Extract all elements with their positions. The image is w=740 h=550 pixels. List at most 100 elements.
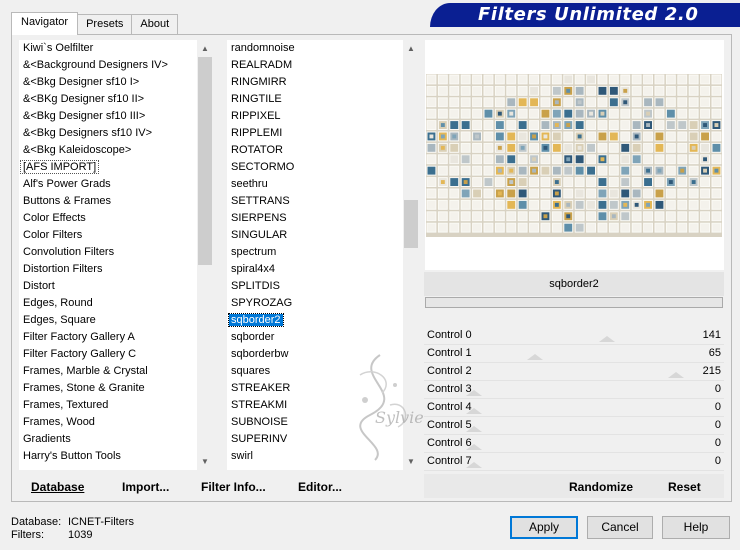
category-list-item[interactable]: Distortion Filters — [19, 261, 197, 278]
category-list-item[interactable]: Convolution Filters — [19, 244, 197, 261]
preview-image — [426, 74, 722, 237]
randomize-button[interactable]: Randomize — [569, 480, 633, 494]
filter-item-label: SINGULAR — [231, 229, 288, 241]
filter-list-item[interactable]: SINGULAR — [227, 227, 403, 244]
filter-list-item[interactable]: sqborder — [227, 329, 403, 346]
category-scrollbar[interactable]: ▲ ▼ — [197, 40, 213, 470]
filter-item-label: seethru — [231, 178, 268, 190]
slider-marker-icon[interactable] — [598, 336, 615, 342]
tab-about[interactable]: About — [131, 14, 179, 35]
category-list-item[interactable]: Alf's Power Grads — [19, 176, 197, 193]
scroll-thumb[interactable] — [404, 200, 418, 248]
filter-list-item[interactable]: spectrum — [227, 244, 403, 261]
filter-list-item[interactable]: randomnoise — [227, 40, 403, 57]
scroll-down-arrow-icon[interactable]: ▼ — [197, 453, 213, 470]
filter-item-label: STREAKMI — [231, 399, 288, 411]
category-list-item[interactable]: Distort — [19, 278, 197, 295]
category-item-label: Color Filters — [23, 229, 83, 241]
category-item-label: Distort — [23, 280, 55, 292]
control-row[interactable]: Control 1 65 — [424, 345, 724, 363]
control-label: Control 0 — [427, 329, 472, 341]
category-list-item[interactable]: &<Bkg Designer sf10 III> — [19, 108, 197, 125]
filter-list-item[interactable]: SIERPENS — [227, 210, 403, 227]
apply-button[interactable]: Apply — [510, 516, 578, 539]
filter-item-label: SUBNOISE — [231, 416, 288, 428]
help-button[interactable]: Help — [662, 516, 730, 539]
slider-marker-icon[interactable] — [466, 390, 482, 396]
slider-marker-icon[interactable] — [466, 462, 482, 468]
category-item-label: Frames, Stone & Granite — [23, 382, 145, 394]
control-value: 141 — [702, 329, 721, 341]
filter-list-item[interactable]: REALRADM — [227, 57, 403, 74]
database-button[interactable]: Database — [31, 480, 84, 494]
category-list-item[interactable]: Color Filters — [19, 227, 197, 244]
category-list-item[interactable]: Color Effects — [19, 210, 197, 227]
filter-item-label: swirl — [231, 450, 253, 462]
category-list-item[interactable]: &<Bkg Designer sf10 I> — [19, 74, 197, 91]
filter-item-label: RINGTILE — [231, 93, 282, 105]
category-list-item[interactable]: Filter Factory Gallery C — [19, 346, 197, 363]
category-list-item[interactable]: Edges, Round — [19, 295, 197, 312]
category-item-label: Gradients — [23, 433, 71, 445]
filter-list-item[interactable]: ROTATOR — [227, 142, 403, 159]
category-list-item[interactable]: &<BKg Designer sf10 II> — [19, 91, 197, 108]
import-button[interactable]: Import... — [122, 480, 169, 494]
filter-item-label: SPYROZAG — [231, 297, 293, 309]
control-row[interactable]: Control 0 141 — [424, 327, 724, 345]
category-list-item[interactable]: Edges, Square — [19, 312, 197, 329]
control-row[interactable]: Control 40 — [424, 399, 724, 417]
tab-navigator[interactable]: Navigator — [11, 12, 79, 35]
filter-list-item[interactable]: sqborder2 — [227, 312, 403, 329]
scroll-up-arrow-icon[interactable]: ▲ — [403, 40, 419, 57]
category-list-item[interactable]: &<Bkg Kaleidoscope> — [19, 142, 197, 159]
category-item-label: Distortion Filters — [23, 263, 103, 275]
filter-list-item[interactable]: RINGTILE — [227, 91, 403, 108]
slider-marker-icon[interactable] — [466, 408, 482, 414]
control-row[interactable]: Control 30 — [424, 381, 724, 399]
filter-item-label: SETTRANS — [231, 195, 290, 207]
slider-marker-icon[interactable] — [527, 354, 544, 360]
category-list-item[interactable]: Buttons & Frames — [19, 193, 197, 210]
category-list-item[interactable]: &<Bkg Designers sf10 IV> — [19, 125, 197, 142]
control-row[interactable]: Control 2 215 — [424, 363, 724, 381]
filter-list-item[interactable]: SECTORMO — [227, 159, 403, 176]
tab-presets[interactable]: Presets — [77, 14, 133, 35]
filter-list-item[interactable]: seethru — [227, 176, 403, 193]
category-list-item[interactable]: Filter Factory Gallery A — [19, 329, 197, 346]
slider-marker-icon[interactable] — [466, 426, 482, 432]
filter-list-item[interactable]: RINGMIRR — [227, 74, 403, 91]
filter-list-item[interactable]: RIPPIXEL — [227, 108, 403, 125]
slider-marker-icon[interactable] — [466, 444, 482, 450]
filter-item-label: REALRADM — [231, 59, 293, 71]
control-row[interactable]: Control 70 — [424, 453, 724, 471]
filter-list-item[interactable]: RIPPLEMI — [227, 125, 403, 142]
category-list-item[interactable]: Gradients — [19, 431, 197, 448]
category-list-item[interactable]: Frames, Textured — [19, 397, 197, 414]
filter-item-label: randomnoise — [231, 42, 295, 54]
slider-marker-icon[interactable] — [668, 372, 685, 378]
category-list-item[interactable]: &<Background Designers IV> — [19, 57, 197, 74]
category-item-label: Kiwi`s Oelfilter — [23, 42, 94, 54]
category-list-item[interactable]: Frames, Stone & Granite — [19, 380, 197, 397]
reset-button[interactable]: Reset — [668, 480, 701, 494]
category-list-item[interactable]: Frames, Wood — [19, 414, 197, 431]
category-list-item[interactable]: Harry's Button Tools — [19, 448, 197, 465]
scroll-thumb[interactable] — [198, 57, 212, 265]
filter-list-item[interactable]: spiral4x4 — [227, 261, 403, 278]
filter-list-item[interactable]: SPYROZAG — [227, 295, 403, 312]
category-item-label: Filter Factory Gallery A — [23, 331, 135, 343]
filter-list-item[interactable]: SPLITDIS — [227, 278, 403, 295]
category-list-item[interactable]: Frames, Marble & Crystal — [19, 363, 197, 380]
cancel-button[interactable]: Cancel — [587, 516, 653, 539]
editor-button[interactable]: Editor... — [298, 480, 342, 494]
filter-list-item[interactable]: SETTRANS — [227, 193, 403, 210]
control-row[interactable]: Control 50 — [424, 417, 724, 435]
category-item-label: Frames, Wood — [23, 416, 95, 428]
category-list-item[interactable]: Kiwi`s Oelfilter — [19, 40, 197, 57]
category-list[interactable]: ▲ ▼ Kiwi`s Oelfilter &<Background Designe… — [19, 40, 213, 470]
category-list-item[interactable]: [AFS IMPORT] — [19, 159, 197, 176]
control-row[interactable]: Control 60 — [424, 435, 724, 453]
scroll-up-arrow-icon[interactable]: ▲ — [197, 40, 213, 57]
preview-slider[interactable] — [425, 297, 723, 308]
filter-info-button[interactable]: Filter Info... — [201, 480, 266, 494]
